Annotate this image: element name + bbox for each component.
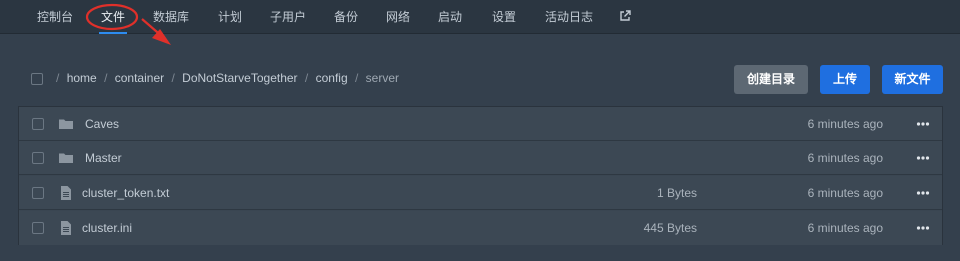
breadcrumb-container[interactable]: container (115, 71, 164, 85)
nav-tab-files[interactable]: 文件 (98, 0, 128, 34)
upload-button[interactable]: 上传 (820, 65, 870, 94)
breadcrumb-separator: / (104, 71, 108, 85)
nav-tab-database[interactable]: 数据库 (153, 0, 189, 34)
file-size: 445 Bytes (643, 221, 697, 235)
breadcrumb-separator: / (354, 71, 359, 85)
file-modified: 6 minutes ago (807, 221, 883, 235)
nav-tab-backups[interactable]: 备份 (334, 0, 358, 34)
file-name[interactable]: cluster_token.txt (82, 176, 169, 210)
file-modified: 6 minutes ago (807, 186, 883, 200)
breadcrumb-separator: / (304, 71, 309, 85)
row-checkbox[interactable] (32, 187, 44, 199)
file-name[interactable]: Master (85, 141, 122, 175)
file-row[interactable]: cluster.ini 445 Bytes 6 minutes ago (19, 211, 942, 245)
file-name[interactable]: Caves (85, 107, 119, 141)
file-modified: 6 minutes ago (807, 117, 883, 131)
breadcrumb-home[interactable]: home (67, 71, 97, 85)
row-checkbox[interactable] (32, 118, 44, 130)
file-row[interactable]: Caves 6 minutes ago (19, 107, 942, 141)
nav-tab-schedules[interactable]: 计划 (218, 0, 242, 34)
nav-tab-console[interactable]: 控制台 (37, 0, 73, 34)
breadcrumb-separator: / (171, 71, 175, 85)
row-checkbox[interactable] (32, 222, 44, 234)
more-options-icon[interactable] (916, 153, 930, 163)
breadcrumb-server: server (365, 71, 399, 85)
top-navigation: 控制台 文件 数据库 计划 子用户 备份 网络 启动 设置 活动日志 (0, 0, 960, 34)
nav-tab-startup[interactable]: 启动 (438, 0, 462, 34)
new-file-button[interactable]: 新文件 (882, 65, 943, 94)
file-modified: 6 minutes ago (807, 151, 883, 165)
file-row[interactable]: cluster_token.txt 1 Bytes 6 minutes ago (19, 176, 942, 210)
more-options-icon[interactable] (916, 223, 930, 233)
file-list: Caves 6 minutes ago Master 6 minutes ago… (18, 106, 943, 245)
file-row[interactable]: Master 6 minutes ago (19, 141, 942, 175)
folder-icon (59, 119, 73, 129)
folder-icon (59, 153, 73, 163)
file-text-icon (61, 186, 71, 200)
more-options-icon[interactable] (916, 119, 930, 129)
breadcrumb-separator: / (56, 71, 60, 85)
create-directory-button[interactable]: 创建目录 (734, 65, 808, 94)
breadcrumb-config[interactable]: config (316, 71, 348, 85)
nav-tab-activity-log[interactable]: 活动日志 (545, 0, 593, 34)
external-link-icon[interactable] (619, 10, 631, 22)
file-text-icon (61, 221, 71, 235)
breadcrumb-donotstarvetogether[interactable]: DoNotStarveTogether (182, 71, 297, 85)
file-name[interactable]: cluster.ini (82, 211, 132, 245)
row-checkbox[interactable] (32, 152, 44, 164)
nav-tab-subusers[interactable]: 子用户 (270, 0, 306, 34)
breadcrumb: / home / container / DoNotStarveTogether… (56, 71, 399, 87)
file-size: 1 Bytes (656, 186, 697, 200)
nav-tab-settings[interactable]: 设置 (492, 0, 516, 34)
nav-tab-network[interactable]: 网络 (386, 0, 410, 34)
select-all-checkbox[interactable] (31, 73, 43, 85)
more-options-icon[interactable] (916, 188, 930, 198)
